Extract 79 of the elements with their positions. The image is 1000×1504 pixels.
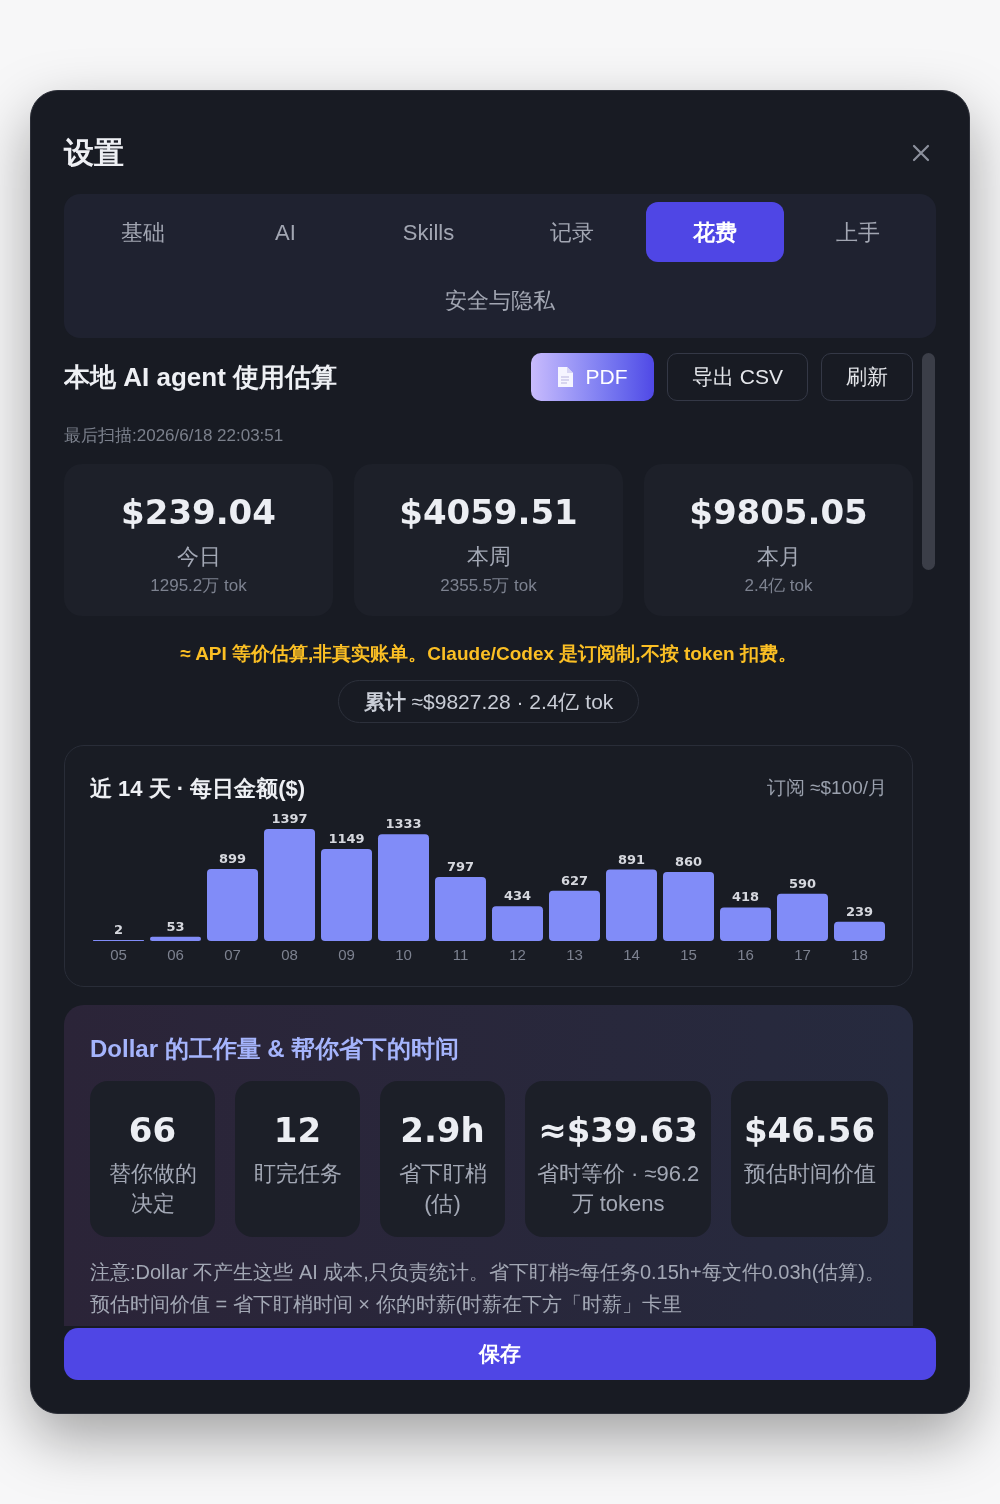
metric-value: ≈$39.63 [538, 1109, 698, 1152]
tab[interactable]: 花费 [645, 202, 784, 262]
stat-tokens: 2355.5万 tok [440, 575, 537, 597]
bar [606, 869, 657, 941]
tab[interactable]: Skills [359, 202, 498, 262]
bar [720, 907, 771, 941]
note-text: 注意:Dollar 不产生这些 AI 成本,只负责统计。省下盯梢≈每任务0.15h+每文件0.03h(估算)。预估时间价值 = 省下盯梢时间 × 你的时薪(时薪在下方「时薪」卡里 [90, 1260, 886, 1317]
save-button[interactable]: 保存 [64, 1328, 936, 1380]
x-axis-label: 12 [509, 946, 526, 963]
metric-label: 替你做的决定 [107, 1160, 198, 1218]
x-axis-label: 09 [338, 946, 355, 963]
x-axis-label: 17 [794, 946, 811, 963]
stat-tokens: 1295.2万 tok [150, 575, 247, 597]
x-axis-label: 05 [110, 946, 127, 963]
stat-tokens: 2.4亿 tok [744, 575, 813, 597]
bar [492, 906, 543, 941]
metric-value: 12 [273, 1109, 322, 1152]
metric-value: $46.56 [743, 1109, 876, 1152]
dialog-title: 设置 [64, 135, 124, 171]
x-axis-label: 06 [167, 946, 184, 963]
document-icon [557, 367, 574, 387]
tab[interactable]: AI [216, 202, 355, 262]
stat-value: $239.04 [121, 491, 276, 534]
bar [663, 872, 714, 941]
metric-label: 预估时间价值 [743, 1160, 876, 1188]
stat-value: $9805.05 [689, 491, 868, 534]
scrollbar-thumb[interactable] [922, 353, 935, 570]
metric-value: 66 [128, 1109, 177, 1152]
chart-title: 近 14 天 · 每日金额($) [90, 774, 306, 803]
x-axis-label: 15 [680, 946, 697, 963]
metric-label: 省下盯梢(估) [397, 1160, 488, 1218]
x-axis-label: 13 [566, 946, 583, 963]
stat-value: $4059.51 [399, 491, 578, 534]
pdf-button[interactable]: PDF [531, 353, 654, 401]
bar-value-label: 2 [114, 922, 123, 937]
bar-value-label: 899 [218, 850, 247, 866]
bar-value-label: 860 [674, 854, 703, 870]
x-axis-label: 14 [623, 946, 640, 963]
x-axis-label: 18 [851, 946, 868, 963]
x-axis-label: 16 [737, 946, 754, 963]
tab[interactable]: 记录 [502, 202, 641, 262]
action-button[interactable]: 刷新 [821, 353, 913, 401]
close-button[interactable] [910, 142, 932, 164]
stat-label: 本周 [466, 543, 511, 571]
bar-value-label: 590 [788, 875, 817, 891]
subscription-text: 订阅 ≈$100/月 [766, 775, 887, 800]
tab[interactable]: 基础 [73, 202, 212, 262]
tab[interactable]: 安全与隐私 [431, 270, 569, 330]
bar [150, 936, 201, 941]
bar [435, 877, 486, 941]
bar [777, 893, 828, 941]
bar-value-label: 434 [503, 888, 532, 904]
bar-value-label: 418 [731, 889, 760, 905]
tab[interactable]: 上手 [788, 202, 927, 262]
bar-value-label: 1149 [328, 830, 365, 846]
action-button[interactable]: 导出 CSV [667, 353, 808, 401]
metric-value: 2.9h [400, 1109, 485, 1152]
last-scan-text: 最后扫描:2026/6/18 22:03:51 [64, 425, 285, 447]
bar-value-label: 627 [560, 872, 589, 888]
metric-label: 省时等价 · ≈96.2万 tokens [535, 1160, 701, 1218]
bar-value-label: 239 [845, 903, 874, 919]
bar [834, 921, 885, 941]
panel-title: Dollar 的工作量 & 帮你省下的时间 [90, 1034, 461, 1064]
bar-value-label: 1333 [385, 816, 422, 832]
close-icon [912, 144, 930, 162]
x-axis-label: 11 [452, 946, 469, 963]
section-title: 本地 AI agent 使用估算 [64, 360, 337, 394]
bar-value-label: 53 [166, 918, 185, 934]
stat-label: 本月 [756, 543, 801, 571]
x-axis-label: 07 [224, 946, 241, 963]
metric-label: 盯完任务 [253, 1160, 342, 1188]
bar-value-label: 891 [617, 851, 646, 867]
bar-value-label: 1397 [271, 811, 308, 826]
disclaimer-text: ≈ API 等价估算,非真实账单。Claude/Codex 是订阅制,不按 token 扣费。 [179, 642, 798, 666]
stat-label: 今日 [176, 543, 221, 571]
bar [549, 890, 600, 941]
bar-value-label: 797 [446, 859, 475, 875]
x-axis-label: 08 [281, 946, 298, 963]
x-axis-label: 10 [395, 946, 412, 963]
